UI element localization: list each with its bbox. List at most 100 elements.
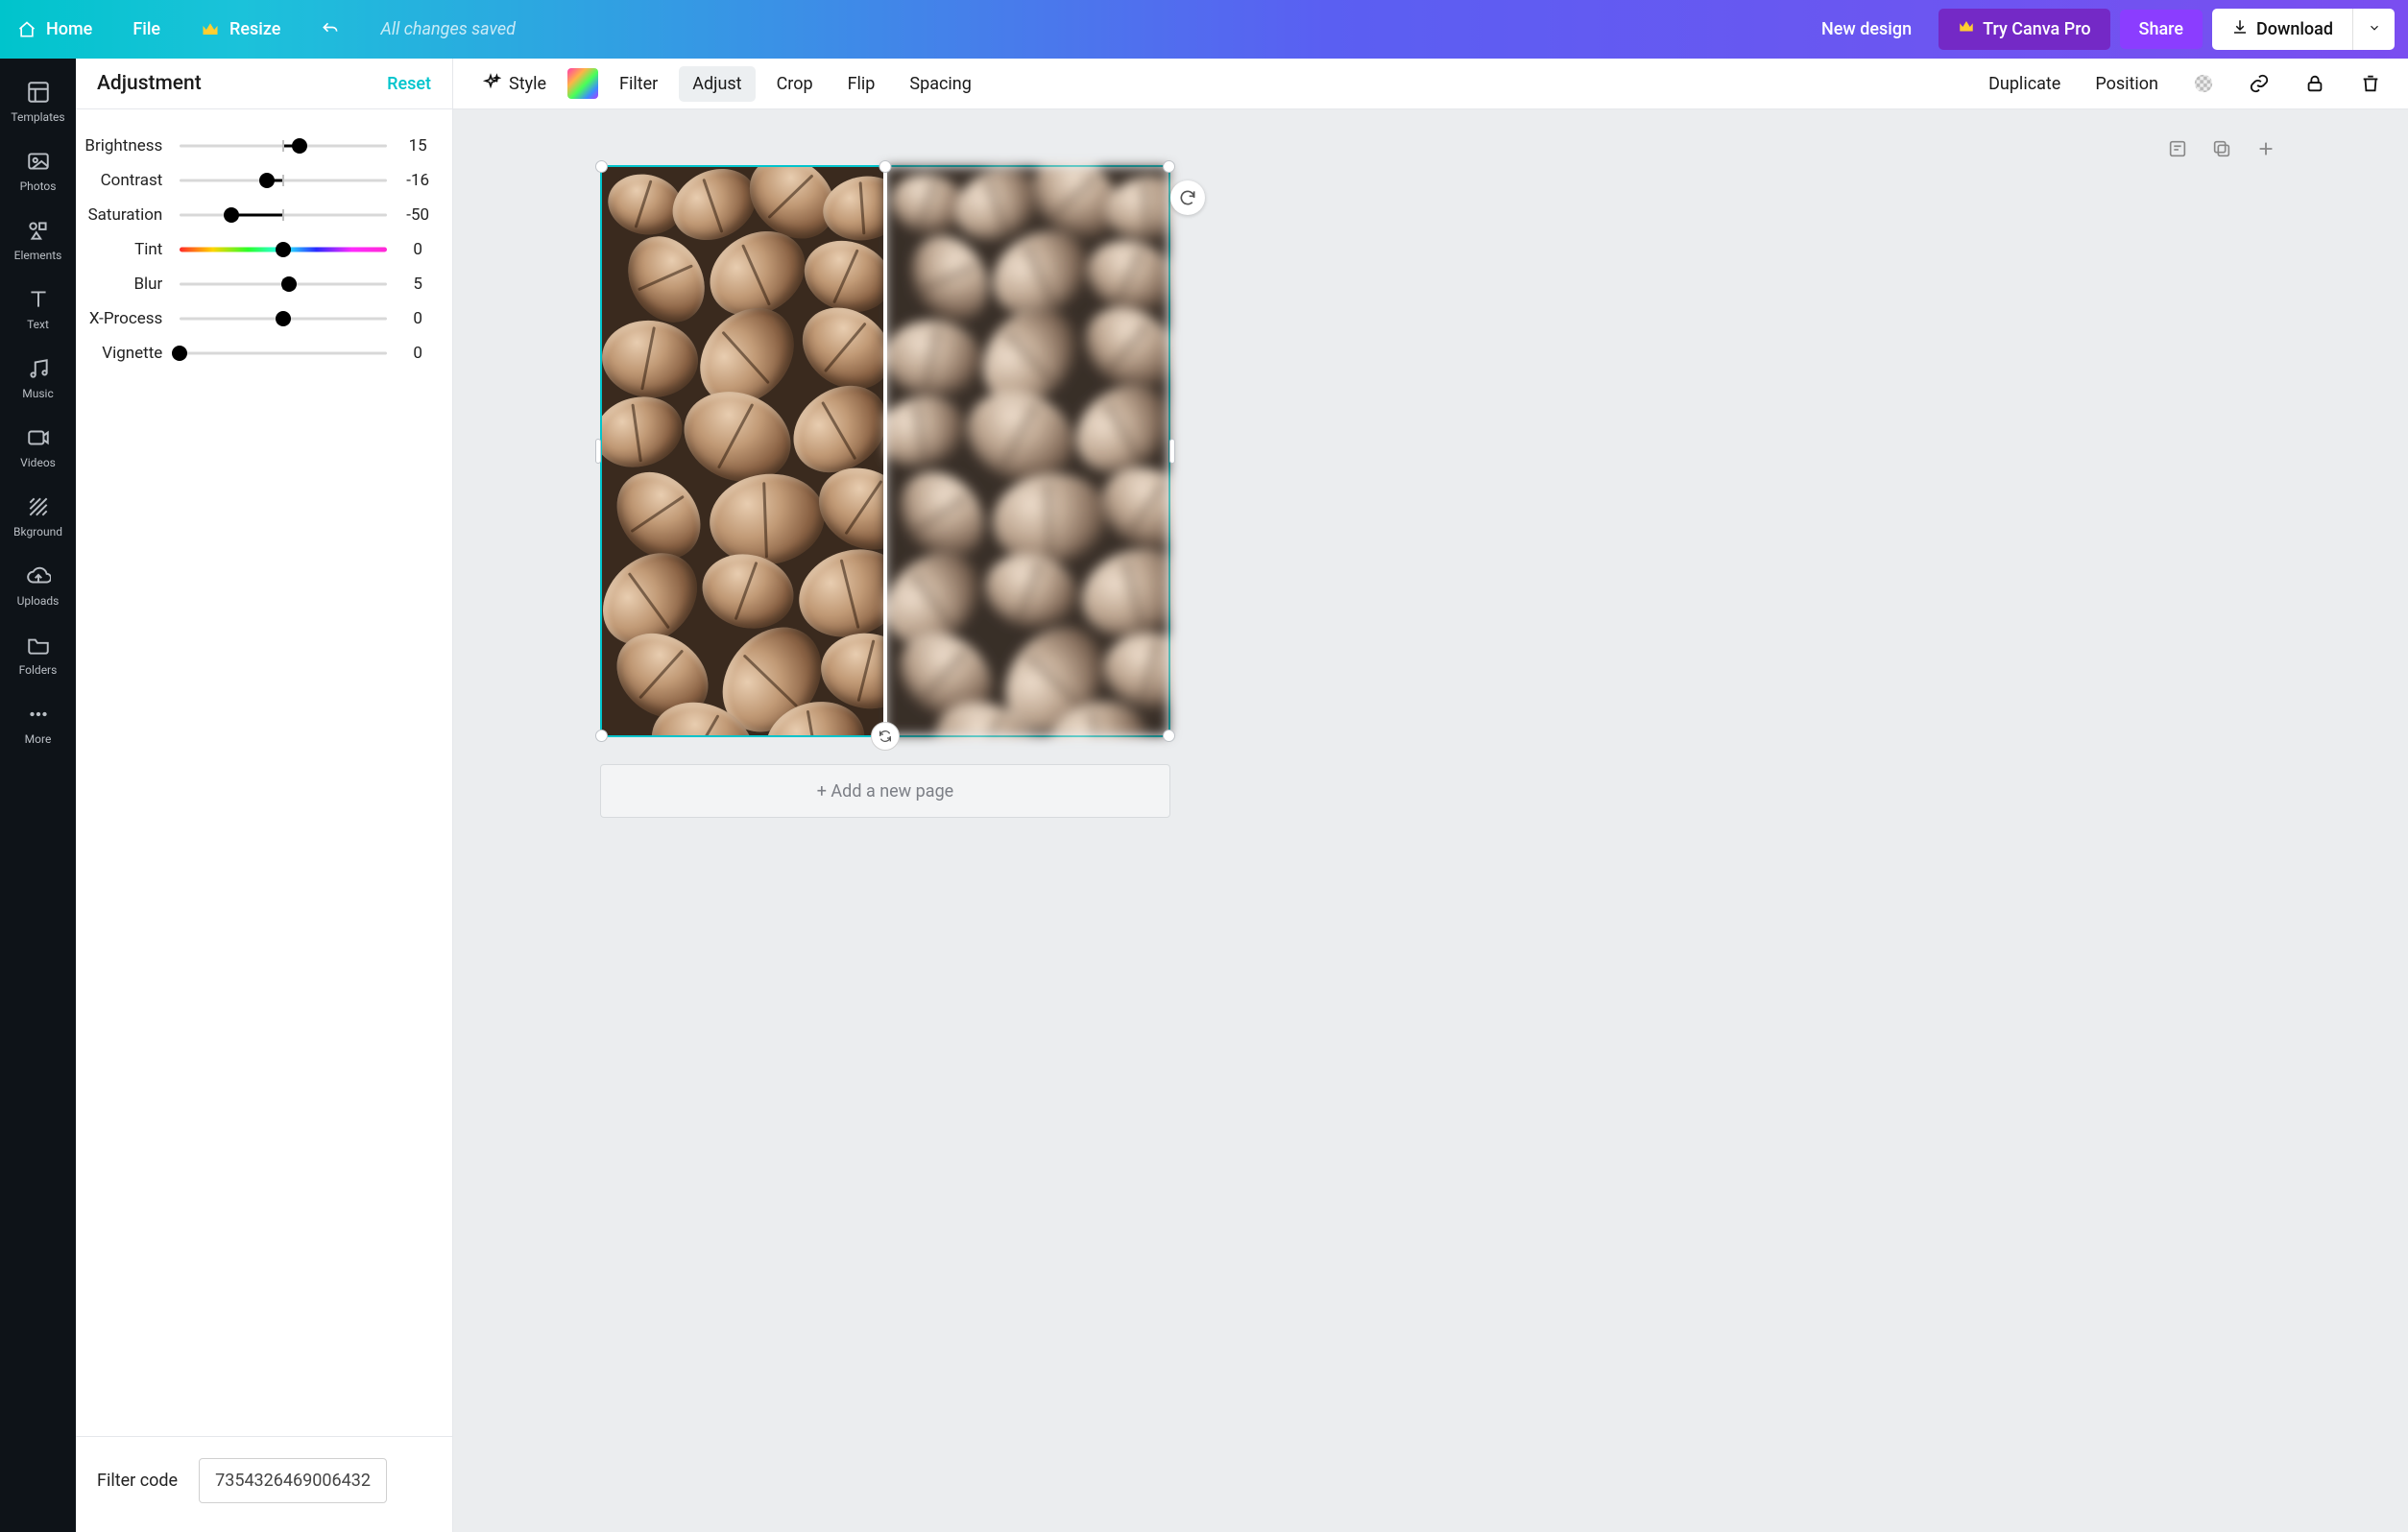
canvas-inner: + Add a new page (453, 109, 2408, 1532)
nav-label: Bkground (13, 525, 62, 539)
more-icon (26, 702, 51, 727)
save-status: All changes saved (380, 19, 516, 39)
new-design-button[interactable]: New design (1804, 12, 1929, 47)
slider-vignette: Vignette0 (76, 336, 431, 371)
slider-thumb[interactable] (276, 311, 291, 326)
try-pro-label: Try Canva Pro (1983, 19, 2090, 39)
page-notes-button[interactable] (2165, 136, 2190, 161)
flip-label: Flip (848, 74, 876, 94)
nav-more[interactable]: More (0, 690, 76, 759)
sparkle-icon (480, 73, 501, 94)
add-page-button[interactable]: + Add a new page (600, 764, 1170, 818)
slider-track[interactable] (180, 344, 387, 363)
slider-thumb[interactable] (224, 207, 239, 223)
resize-handle-tm[interactable] (879, 160, 892, 173)
sync-button[interactable] (871, 722, 900, 751)
reset-button[interactable]: Reset (387, 74, 431, 94)
videos-icon (26, 425, 51, 450)
photos-icon (26, 149, 51, 174)
nav-videos[interactable]: Videos (0, 414, 76, 483)
nav-bkground[interactable]: Bkground (0, 483, 76, 552)
slider-track[interactable] (180, 309, 387, 328)
slider-blur: Blur5 (76, 267, 431, 301)
position-button[interactable]: Position (2082, 66, 2172, 102)
slider-track[interactable] (180, 136, 387, 156)
nav-elements[interactable]: Elements (0, 206, 76, 275)
link-button[interactable] (2235, 65, 2283, 102)
slider-label: X-Process (76, 309, 162, 328)
nav-templates[interactable]: Templates (0, 68, 76, 137)
slider-track[interactable] (180, 171, 387, 190)
selected-image[interactable] (600, 165, 1170, 737)
slider-value: -50 (404, 205, 431, 225)
slider-label: Saturation (76, 205, 162, 225)
filter-code-input[interactable]: 7354326469006432 (199, 1458, 387, 1503)
slider-thumb[interactable] (259, 173, 275, 188)
nav-folders[interactable]: Folders (0, 621, 76, 690)
panel-title: Adjustment (97, 72, 202, 95)
canvas-area: Style Filter Adjust Crop Flip Spacing Du… (453, 59, 2408, 1532)
compare-divider[interactable] (883, 167, 887, 735)
resize-handle-ml[interactable] (595, 439, 601, 464)
download-label: Download (2256, 19, 2333, 39)
chevron-down-icon (2368, 19, 2381, 39)
download-icon (2231, 18, 2249, 40)
resize-handle-tl[interactable] (595, 160, 608, 173)
filter-button[interactable]: Filter (606, 66, 671, 102)
resize-handle-bl[interactable] (595, 730, 608, 742)
resize-button[interactable]: Resize (183, 12, 298, 47)
spacing-button[interactable]: Spacing (896, 66, 984, 102)
lock-button[interactable] (2291, 65, 2339, 102)
page-duplicate-button[interactable] (2209, 136, 2234, 161)
filter-label: Filter (619, 74, 658, 94)
rotate-button[interactable] (1170, 180, 1205, 215)
share-label: Share (2139, 19, 2183, 39)
add-page-label: + Add a new page (817, 781, 953, 802)
color-picker[interactable] (567, 68, 598, 99)
undo-icon (321, 20, 340, 39)
duplicate-button[interactable]: Duplicate (1975, 66, 2074, 102)
try-pro-button[interactable]: Try Canva Pro (1938, 9, 2109, 50)
resize-label: Resize (229, 19, 280, 39)
filter-code-label: Filter code (97, 1471, 178, 1491)
slider-track[interactable] (180, 205, 387, 225)
flip-button[interactable]: Flip (834, 66, 889, 102)
slider-saturation: Saturation -50 (76, 198, 431, 232)
nav-music[interactable]: Music (0, 345, 76, 414)
resize-handle-tr[interactable] (1163, 160, 1175, 173)
nav-photos[interactable]: Photos (0, 137, 76, 206)
home-button[interactable]: Home (0, 12, 109, 47)
download-dropdown[interactable] (2352, 9, 2395, 50)
slider-value: 0 (404, 240, 431, 259)
slider-thumb[interactable] (172, 346, 187, 361)
style-button[interactable]: Style (467, 65, 560, 102)
nav-uploads[interactable]: Uploads (0, 552, 76, 621)
transparency-button[interactable] (2179, 65, 2227, 102)
slider-thumb[interactable] (281, 276, 297, 292)
slider-value: 0 (404, 309, 431, 328)
adjust-button[interactable]: Adjust (679, 66, 755, 102)
slider-track[interactable] (180, 240, 387, 259)
resize-handle-mr[interactable] (1169, 439, 1175, 464)
position-label: Position (2095, 74, 2158, 94)
resize-handle-br[interactable] (1163, 730, 1175, 742)
slider-thumb[interactable] (276, 242, 291, 257)
file-menu[interactable]: File (115, 12, 178, 47)
nav-label: Text (27, 318, 49, 331)
slider-brightness: Brightness15 (76, 129, 431, 163)
nav-label: Templates (11, 110, 64, 124)
slider-track[interactable] (180, 275, 387, 294)
crop-button[interactable]: Crop (763, 66, 827, 102)
crown-icon (1958, 18, 1975, 40)
nav-text[interactable]: Text (0, 275, 76, 345)
download-button[interactable]: Download (2212, 9, 2352, 50)
new-design-label: New design (1821, 19, 1912, 39)
slider-contrast: Contrast-16 (76, 163, 431, 198)
share-button[interactable]: Share (2120, 10, 2203, 49)
page-add-button[interactable] (2253, 136, 2278, 161)
nav-label: More (25, 732, 52, 746)
undo-button[interactable] (303, 12, 357, 47)
home-icon (17, 20, 36, 39)
slider-thumb[interactable] (292, 138, 307, 154)
delete-button[interactable] (2347, 65, 2395, 102)
